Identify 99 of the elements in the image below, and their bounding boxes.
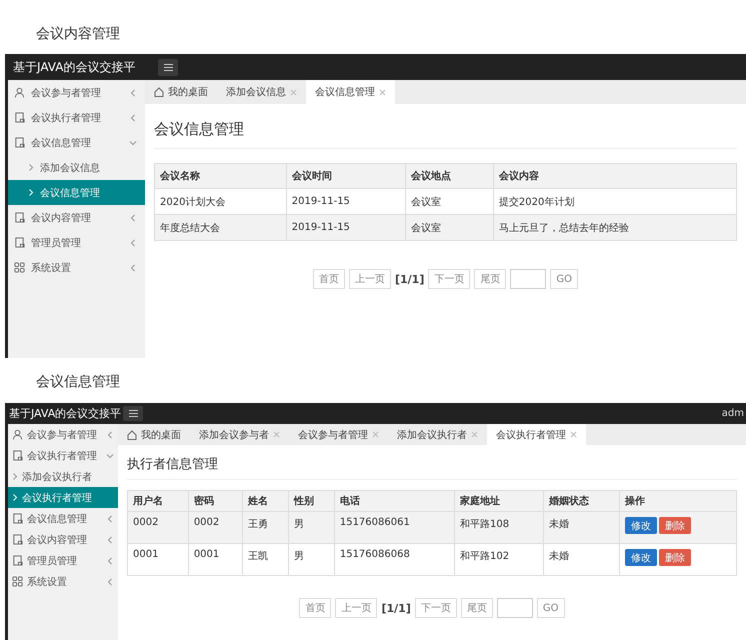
app-title: 基于JAVA的会议交接平: [12, 58, 136, 76]
menu-icon: [164, 64, 172, 70]
chevron-right-icon: [12, 494, 18, 501]
page-indicator: [1/1]: [381, 602, 411, 614]
column-header: 会议名称: [154, 164, 286, 188]
table-cell: 男: [288, 544, 334, 576]
column-header: 性别: [288, 490, 334, 512]
section-caption: 会议信息管理: [35, 373, 121, 392]
column-header: 用户名: [128, 490, 188, 512]
go-button[interactable]: GO: [550, 269, 578, 289]
table-cell: 马上元旦了，总结去年的经验: [493, 214, 736, 240]
sidebar-subitem[interactable]: 会议执行者管理: [8, 487, 118, 508]
sidebar-item[interactable]: 会议内容管理: [8, 205, 145, 230]
table-cell: 0001: [188, 544, 242, 576]
sidebar-item[interactable]: 会议信息管理: [8, 130, 145, 155]
sidebar-item[interactable]: 会议执行者管理: [8, 445, 118, 466]
sidebar-subitem[interactable]: 添加会议执行者: [8, 466, 118, 487]
table-cell: 15176086068: [334, 544, 454, 576]
previous-page-button[interactable]: 上一页: [335, 598, 378, 618]
sidebar-subitem[interactable]: 会议信息管理: [8, 180, 145, 205]
chevron-right-icon: [28, 189, 34, 196]
grid-icon: [12, 576, 23, 587]
close-icon[interactable]: [273, 431, 280, 438]
sidebar-item[interactable]: 会议参与者管理: [8, 80, 145, 105]
tab[interactable]: 我的桌面: [118, 424, 190, 445]
next-page-button[interactable]: 下一页: [414, 598, 457, 618]
delete-button[interactable]: 删除: [658, 517, 691, 534]
close-icon[interactable]: [471, 431, 478, 438]
document-icon: [12, 534, 23, 545]
column-header: 密码: [188, 490, 242, 512]
chevron-right-icon: [12, 473, 18, 480]
grid-icon: [14, 262, 25, 273]
home-icon: [127, 430, 137, 440]
next-page-button[interactable]: 下一页: [428, 269, 470, 289]
go-button[interactable]: GO: [536, 598, 564, 618]
tab[interactable]: 添加会议执行者: [388, 424, 487, 445]
first-page-button[interactable]: 首页: [312, 269, 345, 289]
page-indicator: [1/1]: [394, 272, 424, 286]
tab[interactable]: 我的桌面: [145, 80, 217, 104]
menu-icon: [128, 410, 138, 417]
table-cell: 会议室: [405, 214, 494, 240]
document-icon: [14, 137, 25, 148]
sidebar-item[interactable]: 会议参与者管理: [8, 424, 118, 445]
tab[interactable]: 会议信息管理: [306, 80, 395, 104]
table-cell: 年度总结大会: [154, 214, 286, 240]
edit-button[interactable]: 修改: [624, 549, 657, 566]
table-cell: 2019-11-15: [286, 214, 406, 240]
first-page-button[interactable]: 首页: [299, 598, 332, 618]
sidebar-item[interactable]: 会议内容管理: [8, 529, 118, 550]
previous-page-button[interactable]: 上一页: [348, 269, 391, 289]
document-icon: [12, 513, 23, 524]
close-icon[interactable]: [290, 88, 297, 96]
column-header: 会议地点: [405, 164, 494, 188]
column-header: 姓名: [242, 490, 288, 512]
user-icon: [12, 429, 23, 440]
sidebar-item[interactable]: 系统设置: [8, 255, 145, 280]
tab[interactable]: 会议参与者管理: [289, 424, 388, 445]
document-icon: [12, 555, 23, 566]
edit-button[interactable]: 修改: [624, 517, 657, 534]
document-icon: [14, 112, 25, 123]
last-page-button[interactable]: 尾页: [474, 269, 506, 289]
last-page-button[interactable]: 尾页: [460, 598, 493, 618]
document-icon: [14, 237, 25, 248]
column-header: 电话: [334, 490, 454, 512]
table-cell: 0001: [128, 544, 188, 576]
document-icon: [12, 450, 23, 461]
sidebar-subitem[interactable]: 添加会议信息: [8, 155, 145, 180]
delete-button[interactable]: 删除: [658, 549, 691, 566]
column-header: 家庭地址: [454, 490, 544, 512]
table-cell: 王凯: [242, 544, 288, 576]
home-icon: [154, 87, 164, 97]
page-title: 执行者信息管理: [127, 445, 737, 480]
column-header: 会议内容: [493, 164, 736, 188]
page-title: 会议信息管理: [154, 104, 737, 149]
tab[interactable]: 会议执行者管理: [487, 424, 586, 445]
table-cell: 未婚: [544, 544, 620, 576]
page-input[interactable]: [496, 598, 533, 618]
user-icon: [14, 87, 25, 98]
sidebar-item[interactable]: 会议执行者管理: [8, 105, 145, 130]
tab[interactable]: 添加会议参与者: [190, 424, 289, 445]
close-icon[interactable]: [372, 431, 379, 438]
table-cell: 和平路102: [454, 544, 544, 576]
user-name[interactable]: adm: [722, 408, 746, 419]
menu-button[interactable]: [123, 406, 143, 421]
document-icon: [14, 212, 25, 223]
sidebar-item[interactable]: 会议信息管理: [8, 508, 118, 529]
column-header: 会议时间: [286, 164, 406, 188]
sidebar-item[interactable]: 管理员管理: [8, 550, 118, 571]
tab[interactable]: 添加会议信息: [217, 80, 306, 104]
section-caption: 会议内容管理: [35, 25, 121, 44]
page-input[interactable]: [510, 269, 546, 289]
chevron-right-icon: [28, 164, 34, 171]
close-icon[interactable]: [379, 88, 386, 96]
sidebar-item[interactable]: 管理员管理: [8, 230, 145, 255]
sidebar-item[interactable]: 系统设置: [8, 571, 118, 592]
column-header: 婚姻状态: [544, 490, 620, 512]
menu-button[interactable]: [158, 58, 178, 76]
column-header: 操作: [619, 490, 736, 512]
close-icon[interactable]: [570, 431, 577, 438]
